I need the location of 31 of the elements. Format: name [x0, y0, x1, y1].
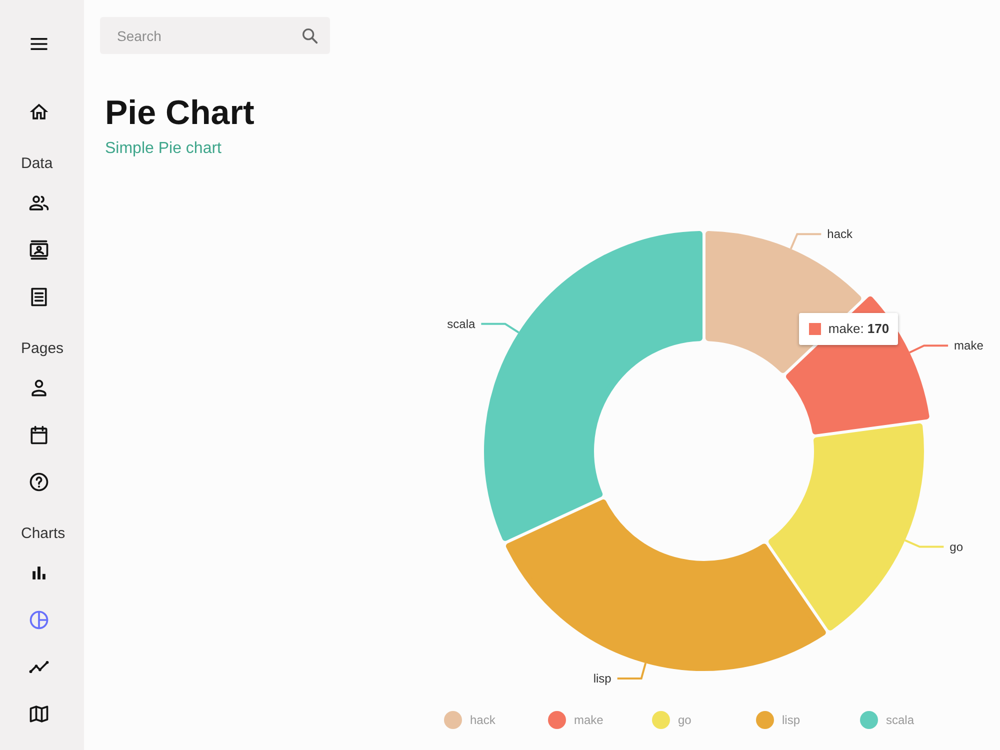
leader-line [617, 662, 647, 680]
help-icon[interactable] [28, 471, 50, 493]
leader-line [790, 233, 822, 250]
legend-label: lisp [782, 713, 800, 727]
leader-line [481, 322, 520, 334]
calendar-icon[interactable] [28, 424, 50, 446]
tooltip-swatch-icon [809, 322, 822, 335]
legend-label: go [678, 713, 692, 727]
sidebar-heading: Charts [21, 524, 66, 544]
slice-label: scala [447, 316, 476, 331]
slice-label: make [954, 338, 984, 353]
legend-label: make [574, 713, 604, 727]
slice-label: go [950, 540, 964, 554]
slice-label: lisp [593, 672, 612, 686]
tooltip-text: make: 170 [828, 320, 890, 338]
search-field[interactable]: Search [100, 17, 330, 54]
pie-chart-icon[interactable] [28, 609, 50, 631]
donut-slice[interactable] [706, 231, 862, 373]
search-icon[interactable] [300, 26, 320, 46]
leader-line [909, 344, 948, 354]
map-icon[interactable] [28, 703, 50, 725]
receipt-icon[interactable] [28, 286, 50, 308]
sidebar-heading: Pages [21, 338, 64, 358]
page-title: Pie Chart [105, 93, 254, 133]
sidebar-heading: Data [21, 154, 53, 174]
slice-label: hack [827, 227, 853, 242]
legend-label: scala [886, 713, 914, 727]
legend-label: hack [470, 713, 496, 727]
contact-card-icon[interactable] [28, 239, 50, 261]
leader-line [904, 539, 944, 548]
page-subtitle: Simple Pie chart [105, 139, 222, 159]
